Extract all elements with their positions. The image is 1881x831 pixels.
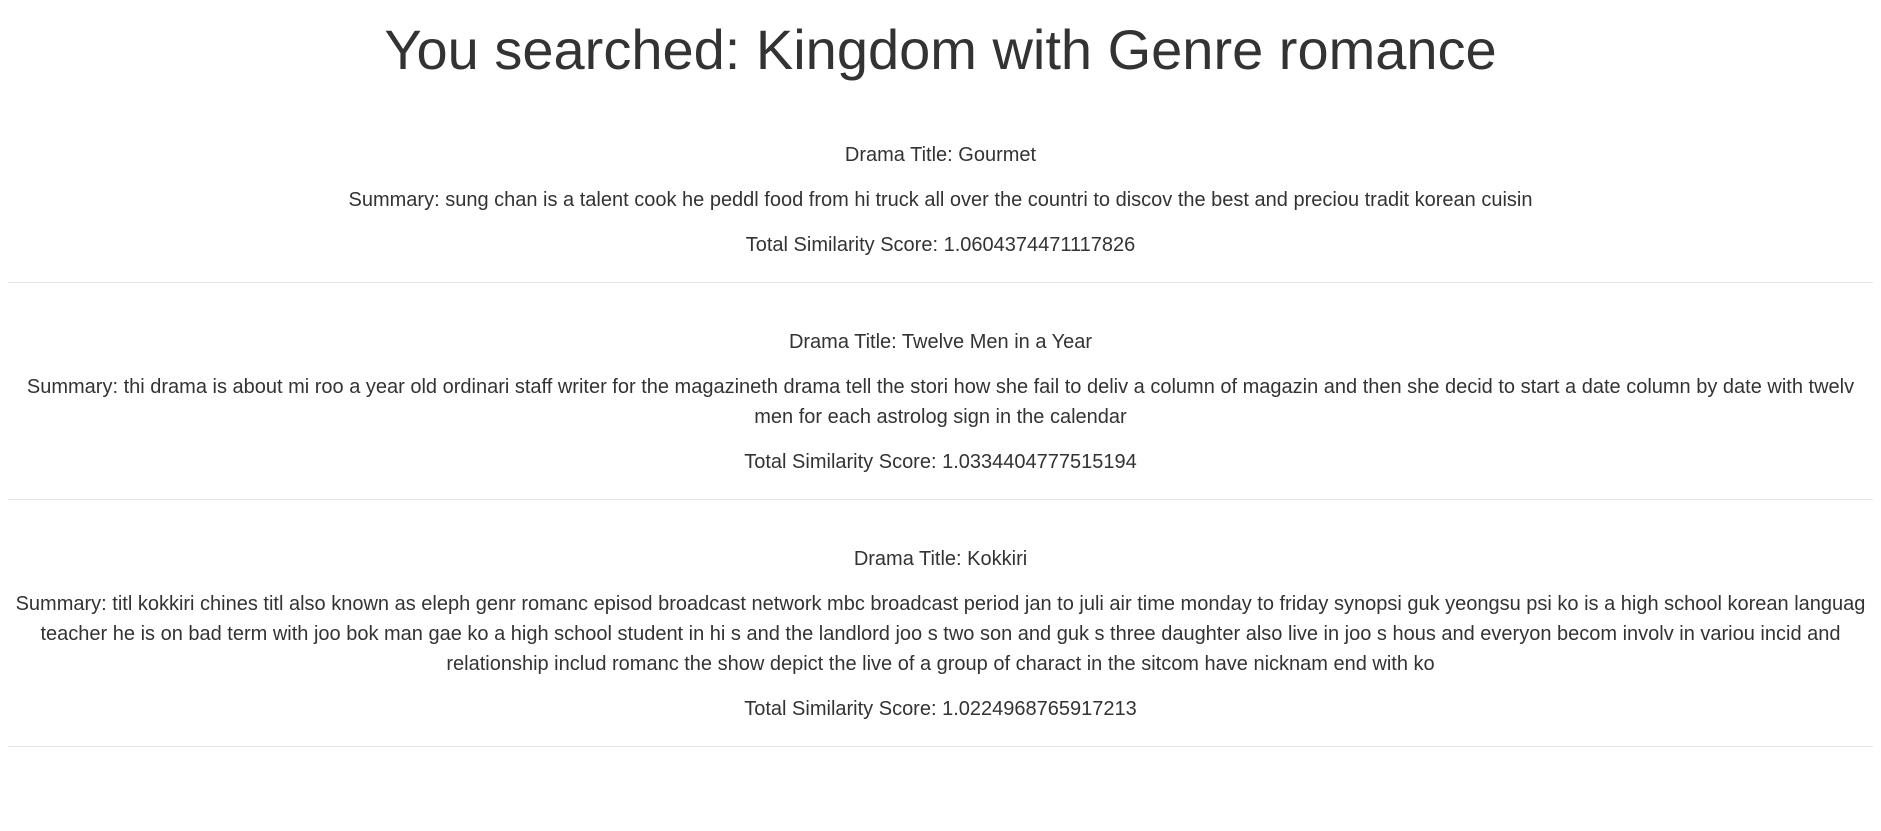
drama-title: Drama Title: Kokkiri: [853, 548, 1028, 570]
result-item-3: Drama Title: Kokkiri Summary: titl kokki…: [8, 544, 1873, 747]
result-divider: [8, 282, 1873, 283]
search-results-page: You searched: Kingdom with Genre romance…: [0, 0, 1881, 747]
result-item-1: Drama Title: Gourmet Summary: sung chan …: [8, 140, 1873, 283]
result-item-2: Drama Title: Twelve Men in a Year Summar…: [8, 327, 1873, 500]
similarity-score: Total Similarity Score: 1.03344047775151…: [744, 451, 1137, 473]
drama-summary: Summary: sung chan is a talent cook he p…: [348, 189, 1533, 211]
result-divider: [8, 499, 1873, 500]
drama-summary: Summary: titl kokkiri chines titl also k…: [15, 593, 1866, 675]
similarity-score: Total Similarity Score: 1.06043744711178…: [745, 234, 1136, 256]
similarity-score: Total Similarity Score: 1.02249687659172…: [744, 698, 1137, 720]
drama-summary: Summary: thi drama is about mi roo a yea…: [26, 376, 1855, 428]
result-divider: [8, 746, 1873, 747]
drama-title: Drama Title: Twelve Men in a Year: [788, 331, 1093, 353]
drama-title: Drama Title: Gourmet: [844, 144, 1037, 166]
page-title: You searched: Kingdom with Genre romance: [384, 18, 1497, 81]
